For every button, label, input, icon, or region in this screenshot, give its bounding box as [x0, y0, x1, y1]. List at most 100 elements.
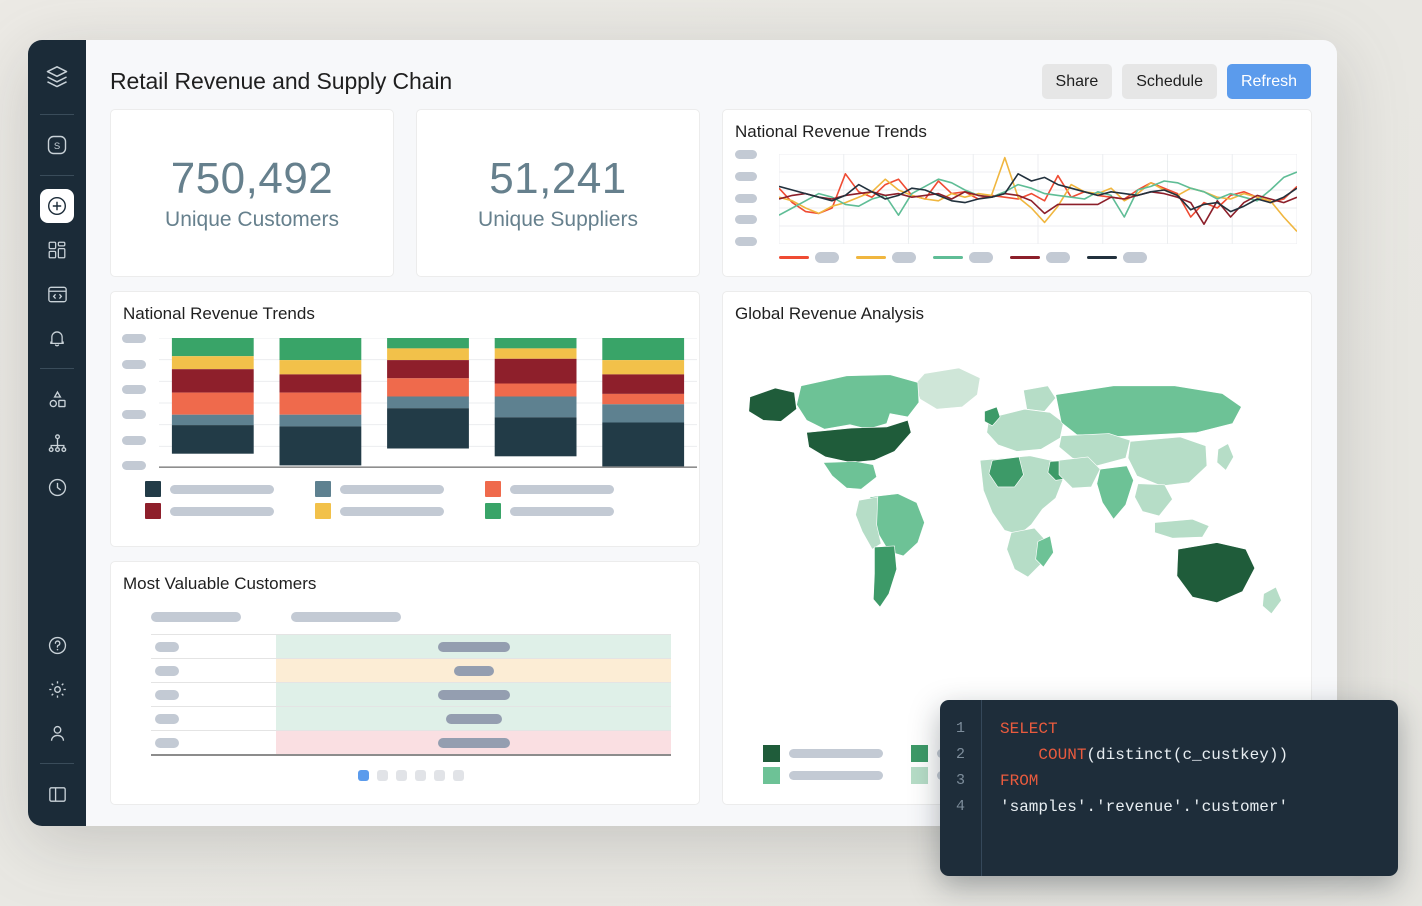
bar-chart-y-tick-label [122, 384, 146, 394]
card-most-valuable-customers[interactable]: Most Valuable Customers [110, 561, 700, 806]
user-icon[interactable] [40, 716, 74, 750]
legend-item[interactable] [1010, 252, 1070, 264]
line-chart-y-axis-labels [735, 150, 757, 247]
kpi-value: 51,241 [489, 154, 627, 204]
table-cell-value [276, 731, 671, 755]
map-region[interactable] [914, 367, 981, 410]
map-region[interactable] [1154, 519, 1210, 539]
pagination-dot[interactable] [377, 770, 388, 782]
shapes-icon[interactable] [40, 382, 74, 416]
code-window-icon[interactable] [40, 277, 74, 311]
legend-item[interactable] [485, 500, 655, 522]
map-region[interactable] [822, 461, 878, 490]
layers-logo-icon[interactable] [38, 58, 76, 96]
help-circle-icon[interactable] [40, 628, 74, 662]
map-region[interactable] [1096, 465, 1134, 520]
legend-item[interactable] [1087, 252, 1147, 264]
cell-value-masked [155, 713, 179, 724]
sql-code-content[interactable]: SELECT COUNT(distinct(c_custkey)) FROM 'sa… [982, 700, 1398, 876]
legend-item[interactable] [933, 252, 993, 264]
sql-code-panel[interactable]: 1 2 3 4 SELECT COUNT(distinct(c_custkey)) FR… [940, 700, 1398, 876]
legend-item[interactable] [145, 500, 315, 522]
card-national-revenue-trends-bar[interactable]: National Revenue Trends [110, 291, 700, 548]
legend-color-swatch [315, 503, 331, 520]
legend-label [340, 484, 444, 494]
panel-toggle-icon[interactable] [40, 777, 74, 811]
svg-text:S: S [54, 141, 60, 152]
line-chart-y-tick-label [735, 237, 757, 247]
kpi-card-unique-suppliers[interactable]: 51,241 Unique Suppliers [416, 109, 700, 278]
hierarchy-icon[interactable] [40, 426, 74, 460]
card-national-revenue-trends-line[interactable]: National Revenue Trends [722, 109, 1312, 278]
sidebar-divider-3 [40, 368, 74, 369]
clock-icon[interactable] [40, 470, 74, 504]
pagination-dot[interactable] [396, 770, 407, 782]
sql-text: 'samples'.'revenue'.'customer' [1000, 798, 1289, 816]
legend-item[interactable] [856, 252, 916, 264]
legend-item[interactable] [485, 478, 655, 500]
map-legend-item[interactable] [763, 764, 911, 786]
line-chart-y-tick-label [735, 215, 757, 225]
bar-chart-y-tick-label [122, 410, 146, 420]
pagination-dot[interactable] [434, 770, 445, 782]
table-cell-label [151, 731, 276, 755]
map-region[interactable] [1134, 483, 1173, 517]
pagination-dot[interactable] [358, 770, 369, 782]
legend-item[interactable] [145, 478, 315, 500]
table-row[interactable] [151, 730, 671, 755]
pagination-dot[interactable] [415, 770, 426, 782]
legend-label [170, 484, 274, 494]
map-region[interactable] [1127, 436, 1208, 487]
header-actions: Share Schedule Refresh [1041, 64, 1311, 100]
map-region[interactable] [1216, 443, 1234, 471]
cell-value-masked [437, 689, 510, 700]
table-cell-label [151, 683, 276, 707]
legend-item[interactable] [779, 252, 839, 264]
table-cell-value [276, 683, 671, 707]
sql-keyword: FROM [1000, 772, 1039, 790]
kpi-card-unique-customers[interactable]: 750,492 Unique Customers [110, 109, 394, 278]
legend-color-swatch [485, 481, 501, 498]
column-header-1 [151, 612, 241, 623]
legend-label [969, 252, 993, 264]
share-button[interactable]: Share [1041, 64, 1113, 100]
sql-line-number: 2 [955, 746, 965, 763]
table-row[interactable] [151, 634, 671, 659]
legend-item[interactable] [315, 500, 485, 522]
map-region[interactable] [748, 387, 797, 422]
map-region[interactable] [796, 374, 920, 430]
map-region[interactable] [1023, 385, 1057, 412]
table-cell-value [276, 707, 671, 731]
bell-icon[interactable] [40, 321, 74, 355]
customers-table [151, 612, 671, 782]
table-row[interactable] [151, 682, 671, 707]
pagination-dot[interactable] [453, 770, 464, 782]
schedule-button[interactable]: Schedule [1122, 64, 1217, 100]
legend-item[interactable] [315, 478, 485, 500]
sidebar-nav: S [28, 40, 86, 826]
legend-label [789, 748, 883, 758]
legend-label [340, 506, 444, 516]
legend-label [510, 484, 614, 494]
world-map [741, 342, 1297, 672]
dashboard-grid-icon[interactable] [40, 233, 74, 267]
kpi-value: 750,492 [170, 154, 334, 204]
map-region[interactable] [873, 545, 897, 608]
add-circle-icon[interactable] [40, 189, 74, 223]
bar-chart-plot [159, 337, 697, 469]
table-row[interactable] [151, 658, 671, 683]
map-region[interactable] [1176, 542, 1256, 604]
sql-text: (distinct(c_custkey)) [1086, 746, 1289, 764]
sql-line-number-gutter: 1 2 3 4 [940, 700, 982, 876]
sql-editor-icon[interactable]: S [40, 128, 74, 162]
sql-line-number: 4 [955, 798, 965, 815]
table-pagination[interactable] [151, 756, 671, 782]
refresh-button[interactable]: Refresh [1226, 64, 1311, 100]
cell-value-masked [445, 713, 502, 724]
gear-icon[interactable] [40, 672, 74, 706]
legend-color-swatch [763, 744, 780, 762]
map-legend-item[interactable] [763, 742, 911, 764]
map-region[interactable] [1055, 385, 1242, 438]
table-row[interactable] [151, 706, 671, 731]
map-region[interactable] [1262, 586, 1282, 615]
